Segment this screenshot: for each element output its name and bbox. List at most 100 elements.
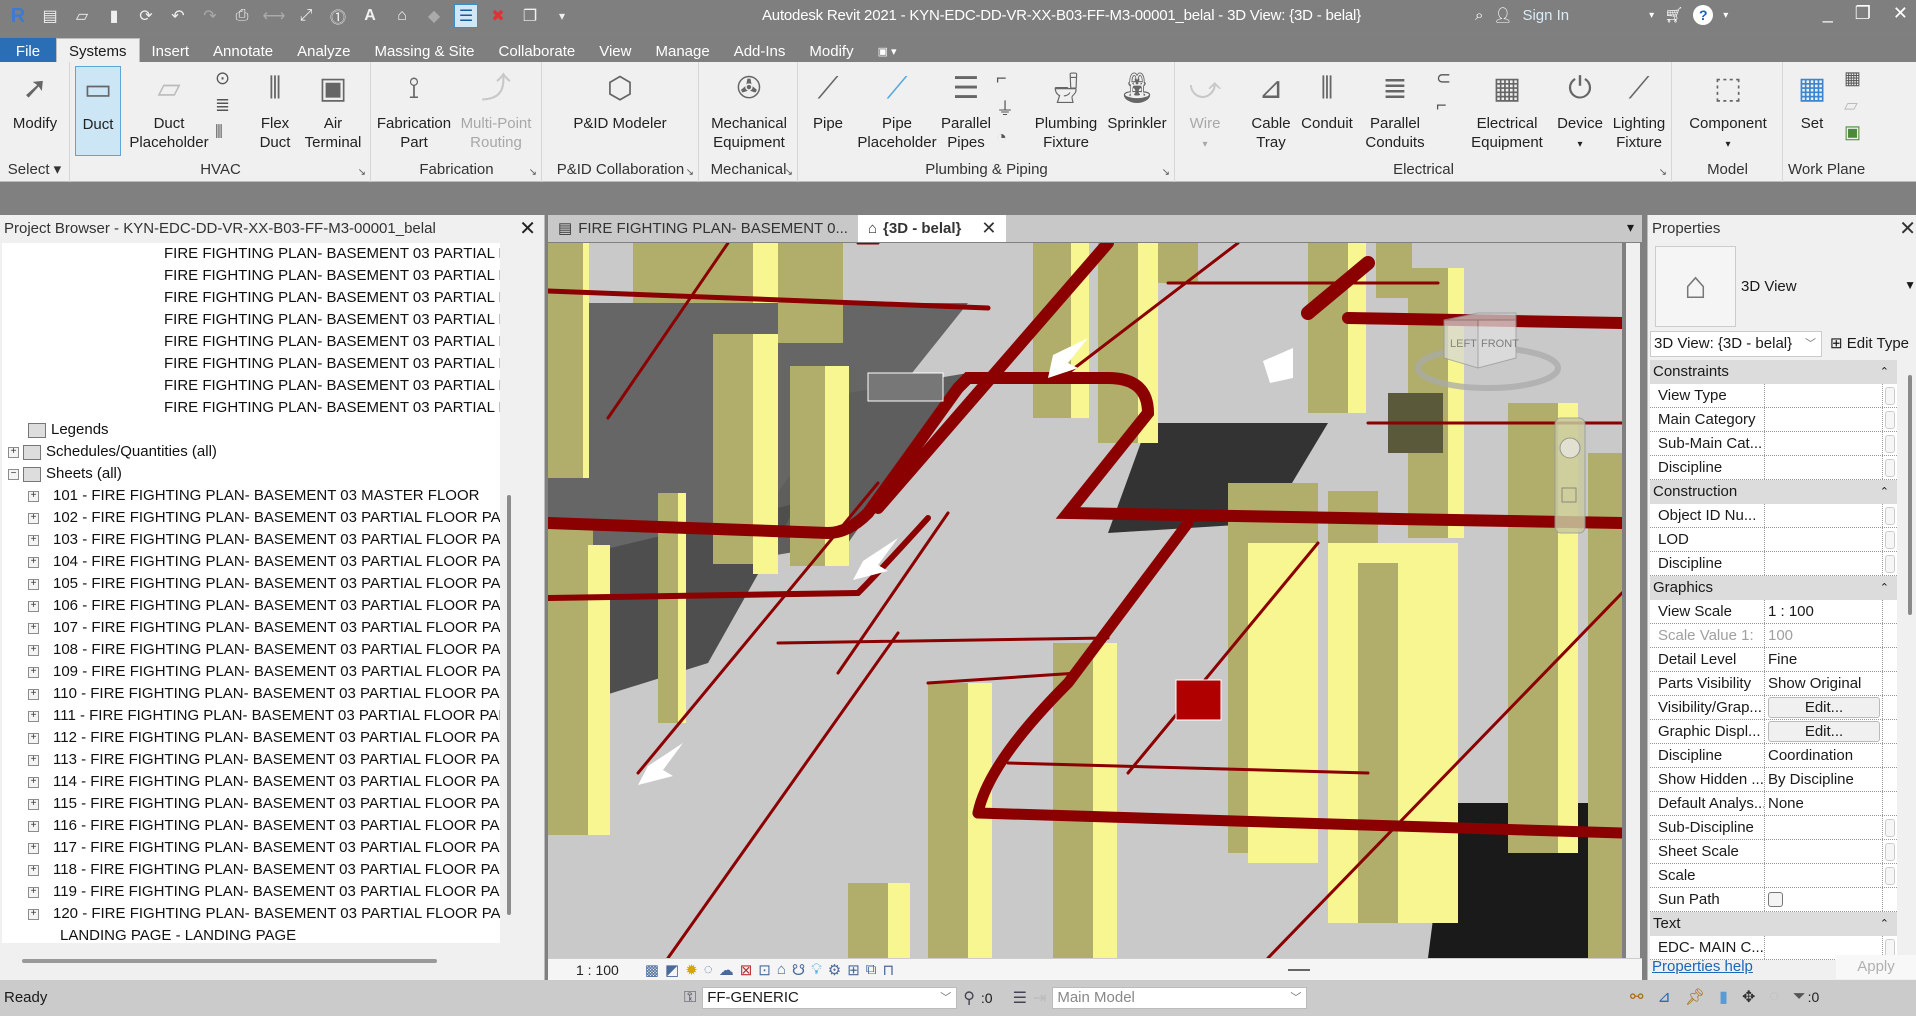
instance-selector[interactable]: 3D View: {3D - belal} ﹀ — [1650, 331, 1822, 357]
show-rendering-icon[interactable]: ☁ — [719, 961, 734, 979]
expand-icon[interactable]: + — [28, 556, 39, 568]
tab-systems[interactable]: Systems — [56, 38, 140, 64]
ref-plane-icon[interactable]: ▱ — [1844, 95, 1861, 116]
recent-files-icon[interactable]: ▤ — [38, 4, 62, 28]
flex-pipe-icon[interactable]: ◔ — [996, 127, 1014, 148]
pipe-button[interactable]: ⟋ Pipe — [801, 66, 855, 133]
tab-insert[interactable]: Insert — [140, 38, 202, 64]
property-group-header[interactable]: Construction ⌃ — [1650, 480, 1897, 504]
temporary-view-properties-icon[interactable]: ⊞ — [847, 961, 860, 979]
show-crop-region-icon[interactable]: ⊡ — [758, 961, 771, 979]
select-by-face-icon[interactable]: ▮ — [1719, 987, 1728, 1007]
property-value[interactable]: Show Original — [1765, 672, 1883, 695]
conduit-fitting-icon[interactable]: ⌐ — [1436, 95, 1451, 116]
pipe-fitting-icon[interactable]: ⌐ — [996, 68, 1014, 89]
tab-massing-site[interactable]: Massing & Site — [362, 38, 486, 64]
associate-parameter-button[interactable] — [1883, 552, 1897, 575]
help-icon[interactable]: ? — [1693, 5, 1714, 25]
cart-icon[interactable]: 🛒︎ — [1664, 6, 1683, 24]
navigation-bar[interactable] — [1554, 417, 1586, 534]
property-value[interactable]: Coordination — [1765, 744, 1883, 767]
property-value[interactable] — [1765, 432, 1883, 455]
tree-sheet-item[interactable]: +115 - FIRE FIGHTING PLAN- BASEMENT 03 P… — [2, 793, 500, 815]
modify-button[interactable]: ➚ Modify — [4, 66, 66, 133]
collapse-group-icon[interactable]: ⌃ — [1880, 360, 1889, 384]
unlocked-3d-view-icon[interactable]: ⌂ — [777, 961, 786, 978]
open-icon[interactable]: ▱ — [70, 4, 94, 28]
property-value[interactable]: By Discipline — [1765, 768, 1883, 791]
tab-view[interactable]: View — [587, 38, 643, 64]
property-value[interactable] — [1765, 528, 1883, 551]
expand-icon[interactable]: + — [28, 490, 39, 502]
tree-sheet-item[interactable]: +111 - FIRE FIGHTING PLAN- BASEMENT 03 P… — [2, 705, 500, 727]
close-hidden-icon[interactable]: ✖ — [486, 4, 510, 28]
tree-sheet-item[interactable]: +110 - FIRE FIGHTING PLAN- BASEMENT 03 P… — [2, 683, 500, 705]
view-scale[interactable]: 1 : 100 — [576, 962, 619, 978]
highlight-displacement-icon[interactable]: ⊓ — [883, 961, 895, 979]
conduit-button[interactable]: ⦀ Conduit — [1298, 66, 1356, 133]
expand-icon[interactable]: + — [28, 842, 39, 854]
tree-sheet-item[interactable]: +109 - FIRE FIGHTING PLAN- BASEMENT 03 P… — [2, 661, 500, 683]
crop-view-icon[interactable]: ⊠ — [740, 961, 753, 979]
switch-windows-icon[interactable]: ☰ — [454, 4, 478, 28]
show-work-plane-icon[interactable]: ▦ — [1844, 68, 1861, 89]
associate-parameter-button[interactable] — [1883, 672, 1897, 695]
property-value[interactable] — [1765, 384, 1883, 407]
view-tab-3d[interactable]: ⌂ {3D - belal} ✕ — [857, 215, 1007, 242]
show-analytical-model-icon[interactable]: ⧉ — [866, 961, 877, 978]
associate-parameter-button[interactable] — [1883, 408, 1897, 431]
electrical-settings-launcher[interactable]: ↘ — [1659, 167, 1667, 178]
pid-settings-launcher[interactable]: ↘ — [686, 167, 694, 178]
electrical-equipment-button[interactable]: ▦ Electrical Equipment — [1464, 66, 1550, 152]
reveal-hidden-icon[interactable]: 💡︎ — [811, 961, 822, 978]
tree-landing-page[interactable]: LANDING PAGE - LANDING PAGE — [2, 925, 500, 943]
properties-scrollbar[interactable] — [1908, 375, 1912, 615]
fabrication-settings-launcher[interactable]: ↘ — [529, 167, 537, 178]
duct-accessory-icon[interactable]: ≣ — [215, 95, 230, 116]
temporary-hide-icon[interactable]: ☋ — [792, 961, 805, 979]
tree-sheet-item[interactable]: +112 - FIRE FIGHTING PLAN- BASEMENT 03 P… — [2, 727, 500, 749]
tree-sheet-item[interactable]: +120 - FIRE FIGHTING PLAN- BASEMENT 03 P… — [2, 903, 500, 925]
sync-icon[interactable]: ⟳ — [134, 4, 158, 28]
help-dropdown-icon[interactable]: ▾ — [1723, 10, 1728, 21]
property-value[interactable]: 1 : 100 — [1765, 600, 1883, 623]
pipe-accessory-icon[interactable]: ⏚ — [996, 95, 1014, 121]
device-button[interactable]: ⏻ Device ▾ — [1552, 66, 1608, 154]
expand-icon[interactable]: + — [28, 644, 39, 656]
shadows-icon[interactable]: ◌ — [704, 961, 713, 978]
tree-view-item[interactable]: FIRE FIGHTING PLAN- BASEMENT 03 PARTIAL … — [2, 331, 500, 353]
customize-qat-icon[interactable]: ▾ — [550, 4, 574, 28]
tree-sheet-item[interactable]: +114 - FIRE FIGHTING PLAN- BASEMENT 03 P… — [2, 771, 500, 793]
worksets-icon[interactable]: ⚿ — [684, 989, 696, 1007]
component-button[interactable]: ⬚ Component ▾ — [1677, 66, 1779, 154]
expand-icon[interactable]: + — [28, 908, 39, 920]
expand-icon[interactable]: + — [28, 600, 39, 612]
active-workset-dropdown[interactable]: FF-GENERIC ﹀ — [702, 987, 958, 1009]
expand-icon[interactable]: + — [28, 864, 39, 876]
air-terminal-button[interactable]: ▣ Air Terminal — [303, 66, 363, 152]
associate-parameter-button[interactable] — [1883, 648, 1897, 671]
parallel-conduits-button[interactable]: ≣ Parallel Conduits — [1358, 66, 1432, 152]
restore-button[interactable]: ❐ — [1855, 3, 1871, 24]
worksharing-display-icon[interactable]: ⚙ — [828, 961, 841, 979]
duct-placeholder-button[interactable]: ▱ Duct Placeholder — [127, 66, 211, 152]
filter-icon[interactable]: ⏷ — [1793, 988, 1806, 1006]
property-value[interactable] — [1765, 408, 1883, 431]
project-browser-vertical-scrollbar[interactable] — [507, 495, 511, 915]
tree-schedules[interactable]: + Schedules/Quantities (all) — [2, 441, 500, 463]
associate-parameter-button[interactable] — [1883, 768, 1897, 791]
sprinkler-button[interactable]: ⛲︎ Sprinkler — [1103, 66, 1171, 133]
select-pinned-icon[interactable]: 📌︎ — [1685, 987, 1705, 1007]
tree-view-item[interactable]: FIRE FIGHTING PLAN- BASEMENT 03 PARTIAL … — [2, 309, 500, 331]
property-value[interactable] — [1765, 816, 1883, 839]
associate-parameter-button[interactable] — [1883, 792, 1897, 815]
tree-sheet-item[interactable]: +101 - FIRE FIGHTING PLAN- BASEMENT 03 M… — [2, 485, 500, 507]
tag-icon[interactable]: ⓵ — [326, 4, 350, 28]
design-option-dropdown[interactable]: Main Model ﹀ — [1052, 987, 1308, 1009]
associate-parameter-button[interactable] — [1883, 600, 1897, 623]
duct-button[interactable]: ▭ Duct — [75, 66, 121, 156]
project-browser-horizontal-scrollbar[interactable] — [22, 959, 437, 963]
edit-type-button[interactable]: ⊞ Edit Type — [1830, 334, 1909, 352]
viewcube-front-label[interactable]: FRONT — [1481, 338, 1519, 350]
expand-icon[interactable]: + — [28, 666, 39, 678]
